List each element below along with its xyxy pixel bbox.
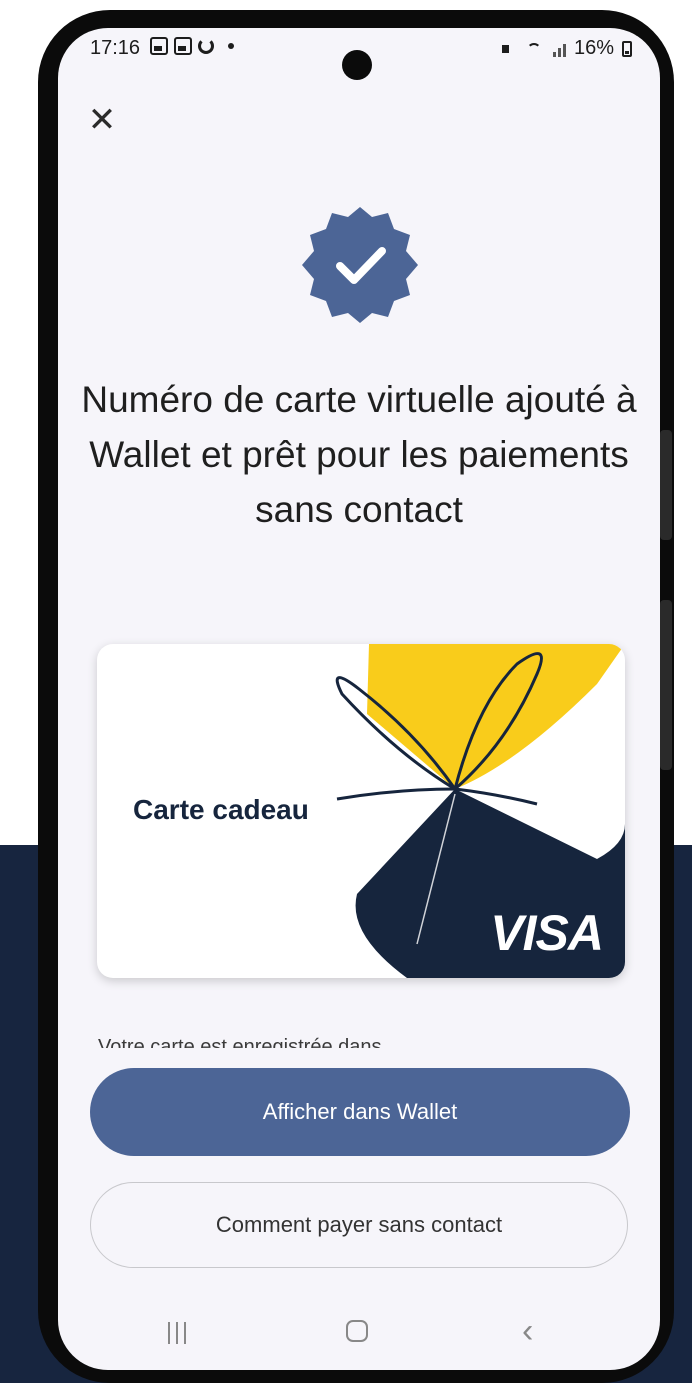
gallery-notification-icon-2 (174, 37, 192, 55)
system-navigation-bar: ‹ (58, 1290, 660, 1370)
front-camera (342, 50, 372, 80)
notification-icons (150, 37, 234, 55)
close-button[interactable]: ✕ (84, 102, 120, 138)
home-icon[interactable] (346, 1320, 368, 1342)
recents-icon[interactable] (168, 1322, 186, 1344)
status-bar: 17:16 16% (58, 28, 660, 80)
signal-icon (552, 41, 566, 57)
close-icon: ✕ (87, 101, 117, 139)
back-icon[interactable]: ‹ (522, 1314, 533, 1348)
battery-icon (622, 40, 632, 57)
more-notifications-dot-icon (228, 43, 234, 49)
success-badge (298, 203, 422, 327)
gift-card[interactable]: Carte cadeau VISA (97, 644, 625, 978)
check-badge-icon (302, 207, 418, 323)
volume-button (660, 430, 672, 540)
visa-logo: VISA (490, 905, 604, 961)
view-in-wallet-button[interactable]: Afficher dans Wallet (90, 1068, 630, 1156)
system-status-icons: 16% (501, 37, 632, 60)
status-time: 17:16 (90, 37, 141, 59)
wallet-info-text: Votre carte est enregistrée dans (98, 1036, 382, 1048)
gallery-notification-icon (150, 37, 168, 55)
card-label: Carte cadeau (133, 794, 309, 825)
contactless-help-button[interactable]: Comment payer sans contact (90, 1182, 628, 1268)
wifi-icon (525, 41, 545, 57)
sync-icon (198, 38, 214, 54)
battery-percent: 16% (573, 37, 614, 59)
mute-icon (501, 41, 517, 57)
phone-screen: 17:16 16% ✕ Numéro de carte virtuelle aj… (58, 28, 660, 1370)
power-button (660, 600, 672, 770)
confirmation-title: Numéro de carte virtuelle ajouté à Walle… (81, 379, 637, 530)
